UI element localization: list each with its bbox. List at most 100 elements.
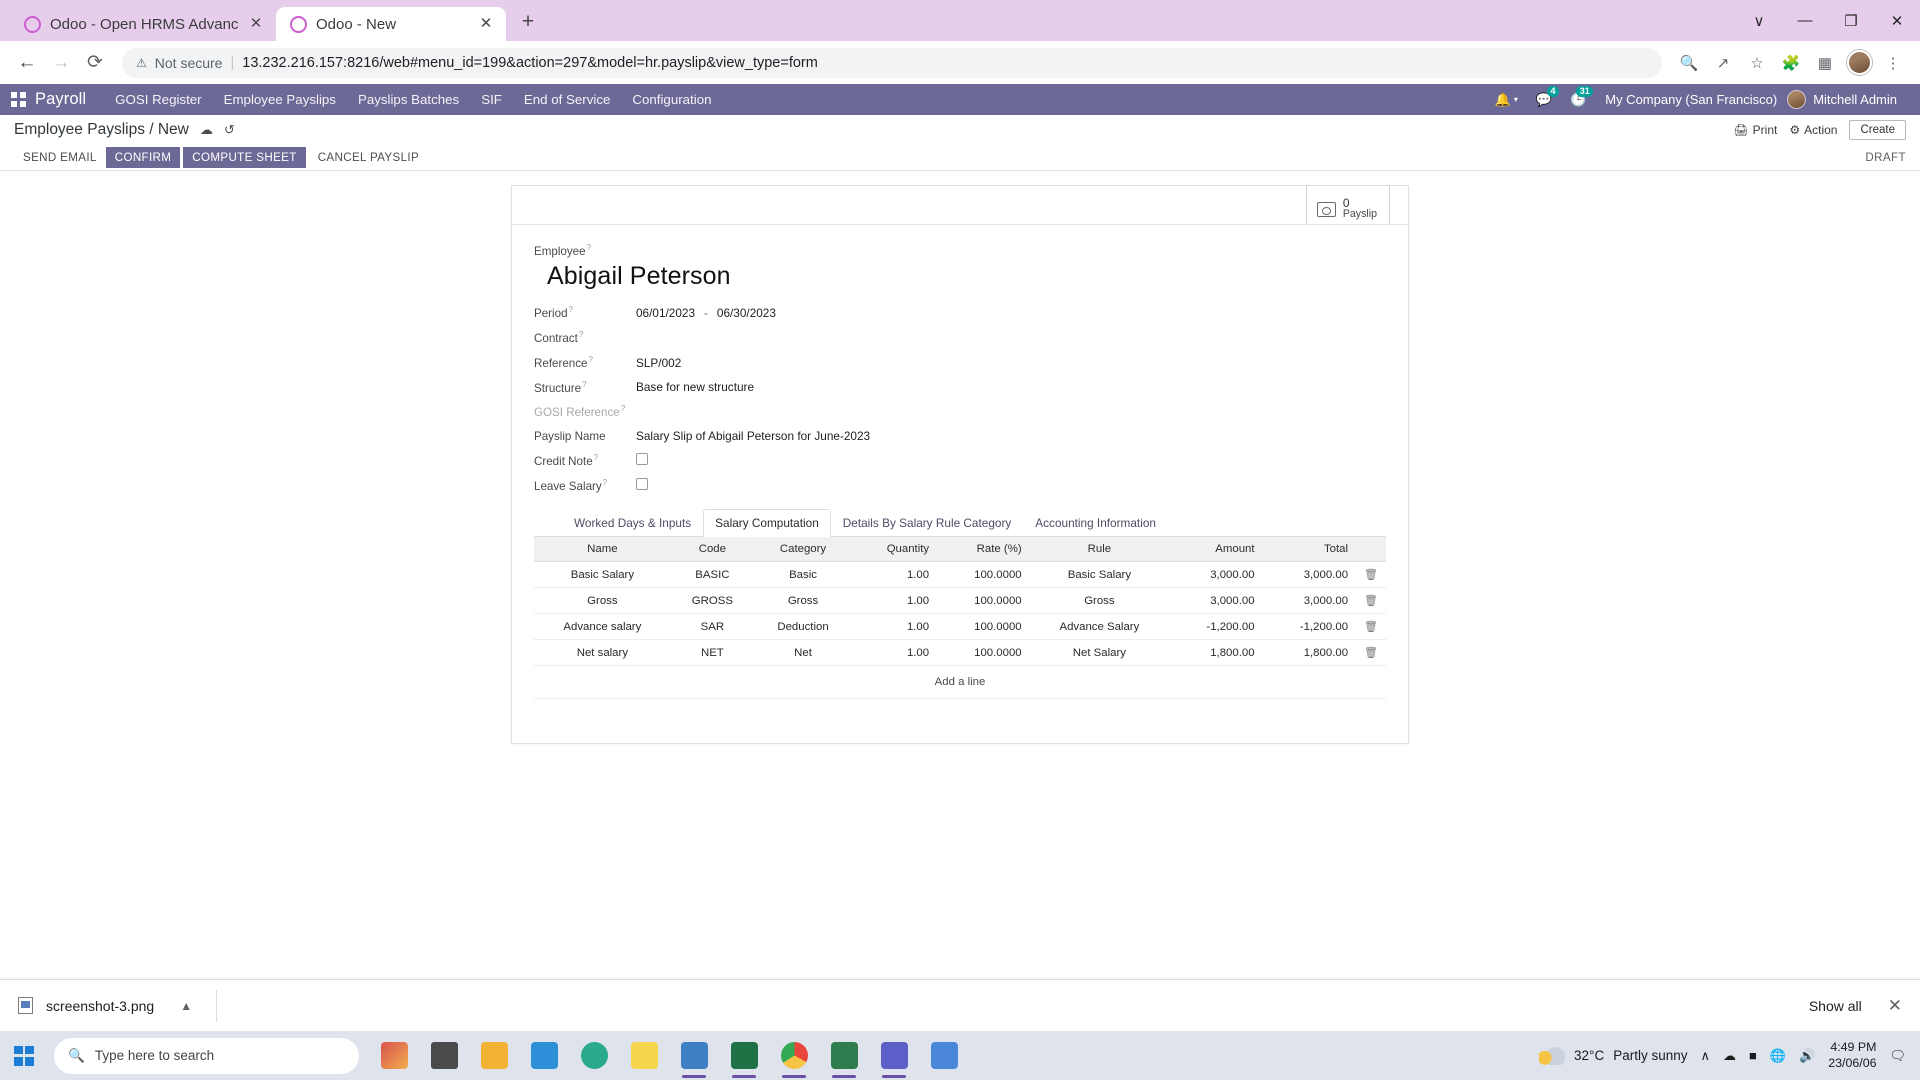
browser-globe-icon[interactable] (569, 1031, 619, 1080)
table-row[interactable]: Gross GROSS Gross 1.00 100.0000 Gross 3,… (534, 587, 1386, 615)
notification-icon[interactable]: 🗨 (1889, 1048, 1906, 1064)
tab-close-icon[interactable]: ✕ (478, 16, 494, 32)
column-header-amount[interactable]: Amount (1169, 537, 1263, 563)
extensions-icon[interactable]: 🧩 (1776, 48, 1806, 78)
bell-icon[interactable]: 🔔 ▾ (1486, 92, 1527, 108)
reference-value[interactable]: SLP/002 (636, 356, 681, 370)
browser-tab-2[interactable]: Odoo - New ✕ (276, 7, 506, 41)
zoom-icon[interactable]: 🔍 (1674, 48, 1704, 78)
tab-salary-computation[interactable]: Salary Computation (703, 509, 831, 538)
menu-item-payslips-batches[interactable]: Payslips Batches (347, 92, 470, 107)
cloud-save-icon[interactable]: ☁ (200, 122, 213, 138)
tab-accounting-information[interactable]: Accounting Information (1023, 509, 1168, 537)
column-header-category[interactable]: Category (754, 537, 853, 563)
tray-overflow-chevron-icon[interactable]: ∧ (1701, 1048, 1711, 1064)
confirm-button[interactable]: CONFIRM (105, 147, 181, 168)
table-row[interactable]: Basic Salary BASIC Basic 1.00 100.0000 B… (534, 561, 1386, 589)
trash-icon[interactable]: 🗑 (1356, 639, 1386, 667)
create-button[interactable]: Create (1849, 120, 1906, 140)
forward-button[interactable]: → (46, 48, 76, 78)
messages-icon[interactable]: 💬 4 (1527, 85, 1561, 108)
company-switcher[interactable]: My Company (San Francisco) (1595, 92, 1787, 107)
tab-worked-days-inputs[interactable]: Worked Days & Inputs (562, 509, 703, 537)
maximize-button[interactable]: ❐ (1828, 0, 1874, 41)
tab-details-by-salary-rule-category[interactable]: Details By Salary Rule Category (831, 509, 1024, 537)
user-menu[interactable]: Mitchell Admin (1787, 90, 1909, 109)
battery-icon[interactable]: ■ (1749, 1048, 1757, 1063)
table-row[interactable]: Advance salary SAR Deduction 1.00 100.00… (534, 613, 1386, 641)
table-row[interactable]: Net salary NET Net 1.00 100.0000 Net Sal… (534, 639, 1386, 667)
menu-item-end-of-service[interactable]: End of Service (513, 92, 621, 107)
column-header-name[interactable]: Name (534, 537, 671, 563)
structure-value[interactable]: Base for new structure (636, 380, 754, 394)
excel-icon[interactable] (719, 1031, 769, 1080)
chrome-icon[interactable] (769, 1031, 819, 1080)
taskbar-app-cortana-icon[interactable] (369, 1031, 419, 1080)
action-button[interactable]: ⚙ Action (1789, 123, 1837, 137)
period-date-from[interactable]: 06/01/2023 (636, 306, 695, 320)
activities-clock-icon[interactable]: 🕒 31 (1561, 85, 1595, 108)
discard-icon[interactable]: ↺ (224, 122, 235, 138)
back-button[interactable]: ← (12, 48, 42, 78)
send-email-button[interactable]: SEND EMAIL (14, 147, 106, 168)
menu-item-gosi-register[interactable]: GOSI Register (104, 92, 212, 107)
column-header-rate[interactable]: Rate (%) (937, 537, 1030, 563)
taskview-icon[interactable] (419, 1031, 469, 1080)
weather-widget[interactable]: 32°C Partly sunny (1539, 1046, 1688, 1065)
column-header-code[interactable]: Code (670, 537, 754, 563)
payslip-name-value[interactable]: Salary Slip of Abigail Peterson for June… (636, 429, 870, 443)
microsoft-store-icon[interactable] (519, 1031, 569, 1080)
credit-note-checkbox[interactable] (636, 453, 648, 466)
show-all-downloads-button[interactable]: Show all (1809, 998, 1862, 1014)
network-icon[interactable]: 🌐 (1770, 1048, 1786, 1064)
new-tab-button[interactable]: + (514, 9, 542, 37)
app-name-payroll[interactable]: Payroll (35, 90, 86, 109)
trash-icon[interactable]: 🗑 (1356, 613, 1386, 641)
start-button[interactable] (0, 1031, 48, 1080)
payslip-stat-button[interactable]: 0 Payslip (1305, 186, 1390, 225)
menu-kebab-icon[interactable]: ⋮ (1878, 48, 1908, 78)
close-window-button[interactable]: ✕ (1874, 0, 1920, 41)
taskbar-search-box[interactable]: 🔍 Type here to search (54, 1037, 359, 1074)
breadcrumb[interactable]: Employee Payslips / New (14, 121, 189, 139)
terminal-icon[interactable] (819, 1031, 869, 1080)
tab-close-icon[interactable]: ✕ (248, 16, 264, 32)
address-bar[interactable]: ⚠ Not secure | 13.232.216.157:8216/web#m… (122, 47, 1662, 78)
compute-sheet-button[interactable]: COMPUTE SHEET (183, 147, 306, 168)
onedrive-icon[interactable]: ☁ (1723, 1048, 1736, 1064)
menu-item-sif[interactable]: SIF (470, 92, 513, 107)
cancel-payslip-button[interactable]: CANCEL PAYSLIP (309, 147, 428, 168)
close-download-bar-button[interactable]: ✕ (1888, 996, 1902, 1016)
trash-icon[interactable]: 🗑 (1356, 561, 1386, 589)
download-item[interactable]: screenshot-3.png ▲ (18, 997, 192, 1014)
leave-salary-checkbox[interactable] (636, 478, 648, 491)
reload-button[interactable]: ⟳ (80, 48, 110, 78)
period-date-to[interactable]: 06/30/2023 (717, 306, 776, 320)
minimize-button[interactable]: — (1782, 0, 1828, 41)
column-header-quantity[interactable]: Quantity (852, 537, 938, 563)
sticky-notes-icon[interactable] (619, 1031, 669, 1080)
employee-name-field[interactable]: Abigail Peterson (547, 262, 1386, 291)
bookmark-star-icon[interactable]: ☆ (1742, 48, 1772, 78)
photos-icon[interactable] (919, 1031, 969, 1080)
teams-icon[interactable] (869, 1031, 919, 1080)
file-explorer-icon[interactable] (469, 1031, 519, 1080)
volume-icon[interactable]: 🔊 (1799, 1048, 1815, 1064)
video-editor-icon[interactable] (669, 1031, 719, 1080)
menu-item-employee-payslips[interactable]: Employee Payslips (213, 92, 347, 107)
print-button[interactable]: 🖨 Print (1733, 123, 1777, 137)
sidepanel-icon[interactable]: ▦ (1810, 48, 1840, 78)
avatar (1787, 90, 1807, 109)
column-header-rule[interactable]: Rule (1029, 537, 1170, 563)
chevron-up-icon[interactable]: ▲ (180, 999, 192, 1013)
tab-search-chevron-icon[interactable]: ∨ (1736, 0, 1782, 41)
browser-tab-1[interactable]: Odoo - Open HRMS Advance Sal ✕ (10, 7, 276, 41)
profile-avatar[interactable] (1844, 48, 1874, 78)
menu-item-configuration[interactable]: Configuration (621, 92, 722, 107)
column-header-total[interactable]: Total (1262, 537, 1357, 563)
add-a-line-button[interactable]: Add a line (534, 666, 1386, 700)
clock[interactable]: 4:49 PM 23/06/06 (1828, 1040, 1876, 1071)
apps-menu-icon[interactable] (11, 92, 26, 107)
trash-icon[interactable]: 🗑 (1356, 587, 1386, 615)
share-icon[interactable]: ↗ (1708, 48, 1738, 78)
